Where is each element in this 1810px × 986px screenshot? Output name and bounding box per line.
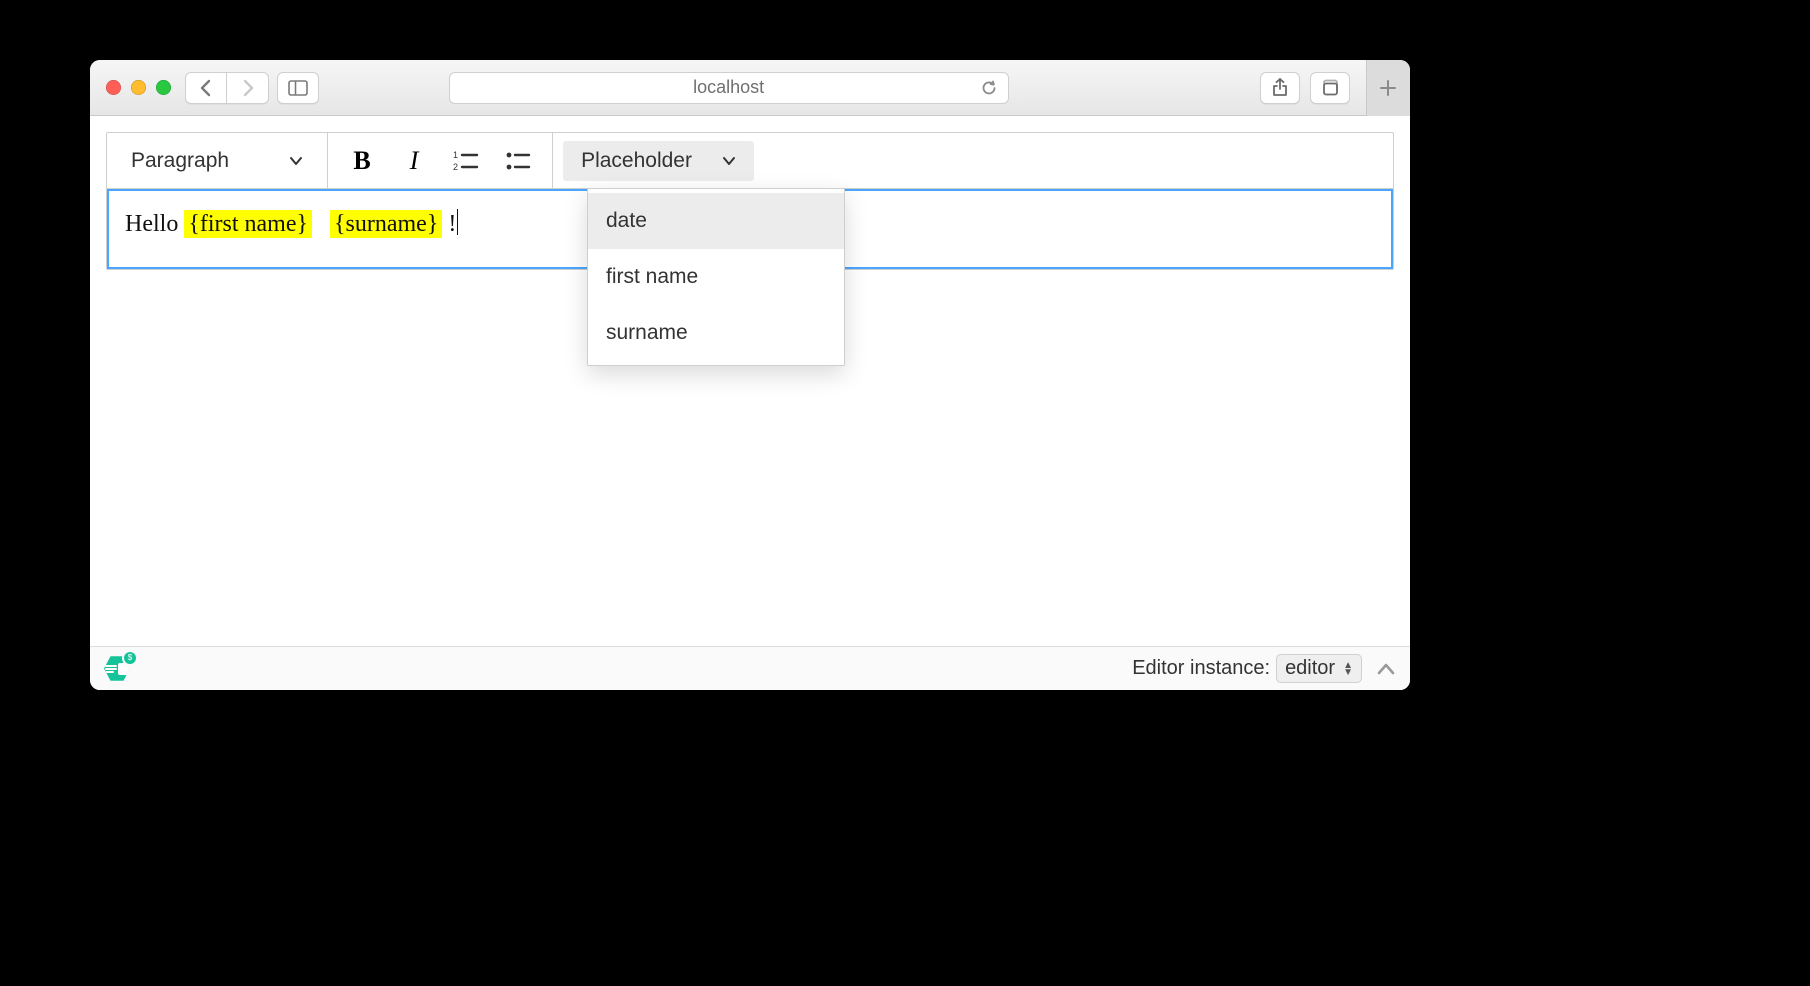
numbered-list-icon: 1 2 [453, 150, 479, 172]
editor-text: ! [448, 211, 456, 237]
browser-window: localhost [90, 60, 1410, 690]
placeholder-token-surname[interactable]: {surname} [330, 210, 442, 238]
chevron-down-icon [722, 156, 736, 166]
italic-button[interactable]: I [390, 141, 438, 181]
select-arrows-icon: ▲▼ [1343, 662, 1353, 676]
tabs-icon [1320, 79, 1340, 97]
italic-icon: I [410, 146, 419, 176]
placeholder-dropdown[interactable]: Placeholder [563, 141, 754, 181]
bold-icon: B [353, 146, 370, 176]
editor-toolbar: Paragraph B I 1 2 [107, 133, 1393, 189]
reload-button[interactable] [980, 79, 998, 97]
placeholder-option-surname[interactable]: surname [588, 305, 844, 361]
nav-back-forward-group [185, 72, 269, 104]
show-sidebar-button[interactable] [277, 72, 319, 104]
window-zoom-button[interactable] [156, 80, 171, 95]
sidebar-icon [288, 80, 308, 96]
browser-titlebar: localhost [90, 60, 1410, 116]
grammarly-badge: $ [124, 652, 136, 664]
window-close-button[interactable] [106, 80, 121, 95]
collapse-button[interactable] [1376, 662, 1396, 676]
window-minimize-button[interactable] [131, 80, 146, 95]
placeholder-token-first-name[interactable]: {first name} [184, 210, 312, 238]
show-tabs-button[interactable] [1310, 72, 1350, 104]
editor-instance-value: editor [1285, 657, 1335, 680]
forward-button[interactable] [227, 72, 269, 104]
share-icon [1271, 78, 1289, 98]
placeholder-option-first-name[interactable]: first name [588, 249, 844, 305]
address-bar-text: localhost [693, 77, 764, 98]
editor-instance-select[interactable]: editor ▲▼ [1276, 654, 1362, 683]
chevron-down-icon [289, 156, 303, 166]
chevron-right-icon [241, 79, 255, 97]
editor-text: Hello [125, 211, 184, 237]
svg-text:1: 1 [453, 150, 458, 160]
status-bar: $ Editor instance: editor ▲▼ [90, 646, 1410, 690]
back-button[interactable] [185, 72, 227, 104]
reload-icon [980, 79, 998, 97]
chevron-up-icon [1376, 662, 1396, 676]
address-bar[interactable]: localhost [449, 72, 1009, 104]
window-traffic-lights [106, 80, 171, 95]
editor-instance-label: Editor instance: [1132, 657, 1270, 680]
svg-text:2: 2 [453, 162, 458, 172]
bold-button[interactable]: B [338, 141, 386, 181]
placeholder-option-date[interactable]: date [588, 193, 844, 249]
heading-dropdown[interactable]: Paragraph [117, 133, 317, 188]
text-caret [457, 209, 458, 235]
bulleted-list-icon [505, 150, 531, 172]
page-content: Paragraph B I 1 2 [90, 116, 1410, 646]
placeholder-dropdown-label: Placeholder [581, 149, 692, 173]
grammarly-glyph-icon [104, 663, 118, 675]
placeholder-dropdown-menu: date first name surname [587, 188, 845, 366]
heading-dropdown-label: Paragraph [131, 149, 229, 173]
numbered-list-button[interactable]: 1 2 [442, 141, 490, 181]
grammarly-icon[interactable]: $ [104, 656, 130, 682]
share-button[interactable] [1260, 72, 1300, 104]
new-tab-button[interactable] [1366, 60, 1410, 116]
editor-text [318, 211, 324, 237]
bulleted-list-button[interactable] [494, 141, 542, 181]
chevron-left-icon [199, 79, 213, 97]
plus-icon [1378, 78, 1398, 98]
